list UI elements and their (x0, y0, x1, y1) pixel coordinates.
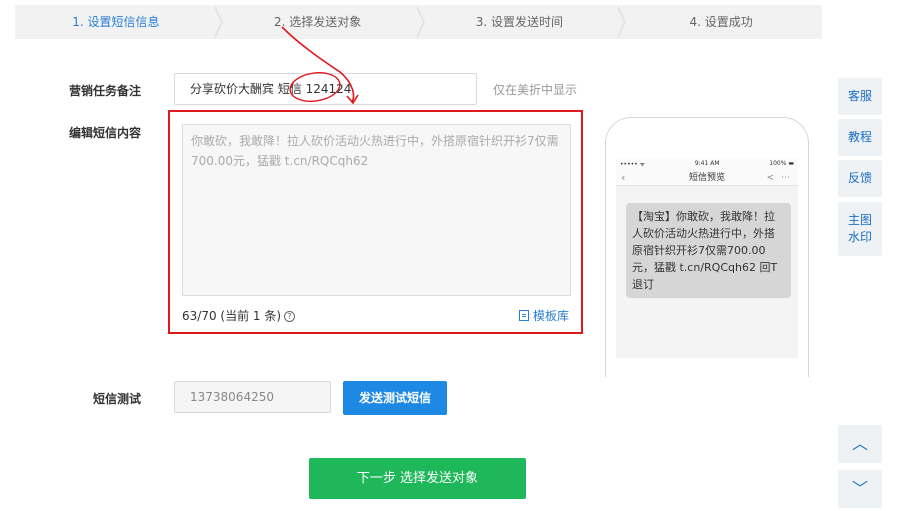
sms-content-textarea[interactable]: 你敢砍，我敢降！拉人砍价活动火热进行中，外搭原宿针织开衫7仅需700.00元，猛… (182, 124, 571, 296)
phone-time: 9:41 AM (694, 160, 720, 167)
send-test-sms-button[interactable]: 发送测试短信 (343, 381, 447, 415)
step-1[interactable]: 1. 设置短信信息 (15, 5, 223, 39)
phone-screen: ••••• ᯤ 9:41 AM 100% ▬ ‹ 短信预览 < ⋯ 【淘宝】你敢… (616, 158, 798, 358)
template-link-label: 模板库 (532, 309, 569, 323)
test-phone-input[interactable]: 13738064250 (174, 381, 331, 413)
remark-hint: 仅在美折中显示 (493, 83, 578, 97)
phone-preview: ••••• ᯤ 9:41 AM 100% ▬ ‹ 短信预览 < ⋯ 【淘宝】你敢… (605, 117, 809, 377)
phone-status-bar: ••••• ᯤ 9:41 AM 100% ▬ (616, 158, 798, 170)
battery-icon: 100% ▬ (769, 160, 794, 167)
next-step-button[interactable]: 下一步 选择发送对象 (309, 458, 526, 499)
char-counter-text: 63/70 (当前 1 条) (182, 309, 282, 323)
template-icon (518, 310, 529, 321)
feedback-button[interactable]: 反馈 (838, 160, 882, 197)
step-4[interactable]: 4. 设置成功 (620, 5, 822, 39)
step-3[interactable]: 3. 设置发送时间 (419, 5, 627, 39)
signal-icon: ••••• ᯤ (620, 161, 646, 168)
phone-nav-bar: ‹ 短信预览 < ⋯ (616, 170, 798, 186)
sms-preview-bubble: 【淘宝】你敢砍，我敢降！拉人砍价活动火热进行中，外搭原宿针织开衫7仅需700.0… (626, 203, 791, 298)
template-library-link[interactable]: 模板库 (518, 307, 569, 324)
char-counter: 63/70 (当前 1 条)? (182, 307, 296, 324)
remark-label: 营销任务备注 (69, 84, 142, 98)
back-icon: ‹ (621, 171, 626, 184)
sms-editor-highlight: 你敢砍，我敢降！拉人砍价活动火热进行中，外搭原宿针织开衫7仅需700.00元，猛… (168, 110, 583, 334)
tutorial-button[interactable]: 教程 (838, 119, 882, 156)
watermark-button[interactable]: 主图水印 (838, 202, 882, 256)
help-icon[interactable]: ? (284, 311, 296, 322)
share-more-icon: < ⋯ (766, 173, 792, 183)
step-2[interactable]: 2. 选择发送对象 (217, 5, 425, 39)
remark-input[interactable]: 分享砍价大酬宾 短信 124124 (174, 73, 477, 105)
test-label: 短信测试 (93, 392, 142, 406)
customer-service-button[interactable]: 客服 (838, 78, 882, 115)
preview-title: 短信预览 (688, 173, 725, 183)
content-label: 编辑短信内容 (69, 126, 142, 140)
sms-setup-page: 1. 设置短信信息 2. 选择发送对象 3. 设置发送时间 4. 设置成功 营销… (0, 0, 900, 511)
scroll-down-icon[interactable]: ﹀ (838, 470, 882, 508)
scroll-up-icon[interactable]: ︿ (838, 425, 882, 463)
step-bar: 1. 设置短信信息 2. 选择发送对象 3. 设置发送时间 4. 设置成功 (15, 5, 822, 39)
